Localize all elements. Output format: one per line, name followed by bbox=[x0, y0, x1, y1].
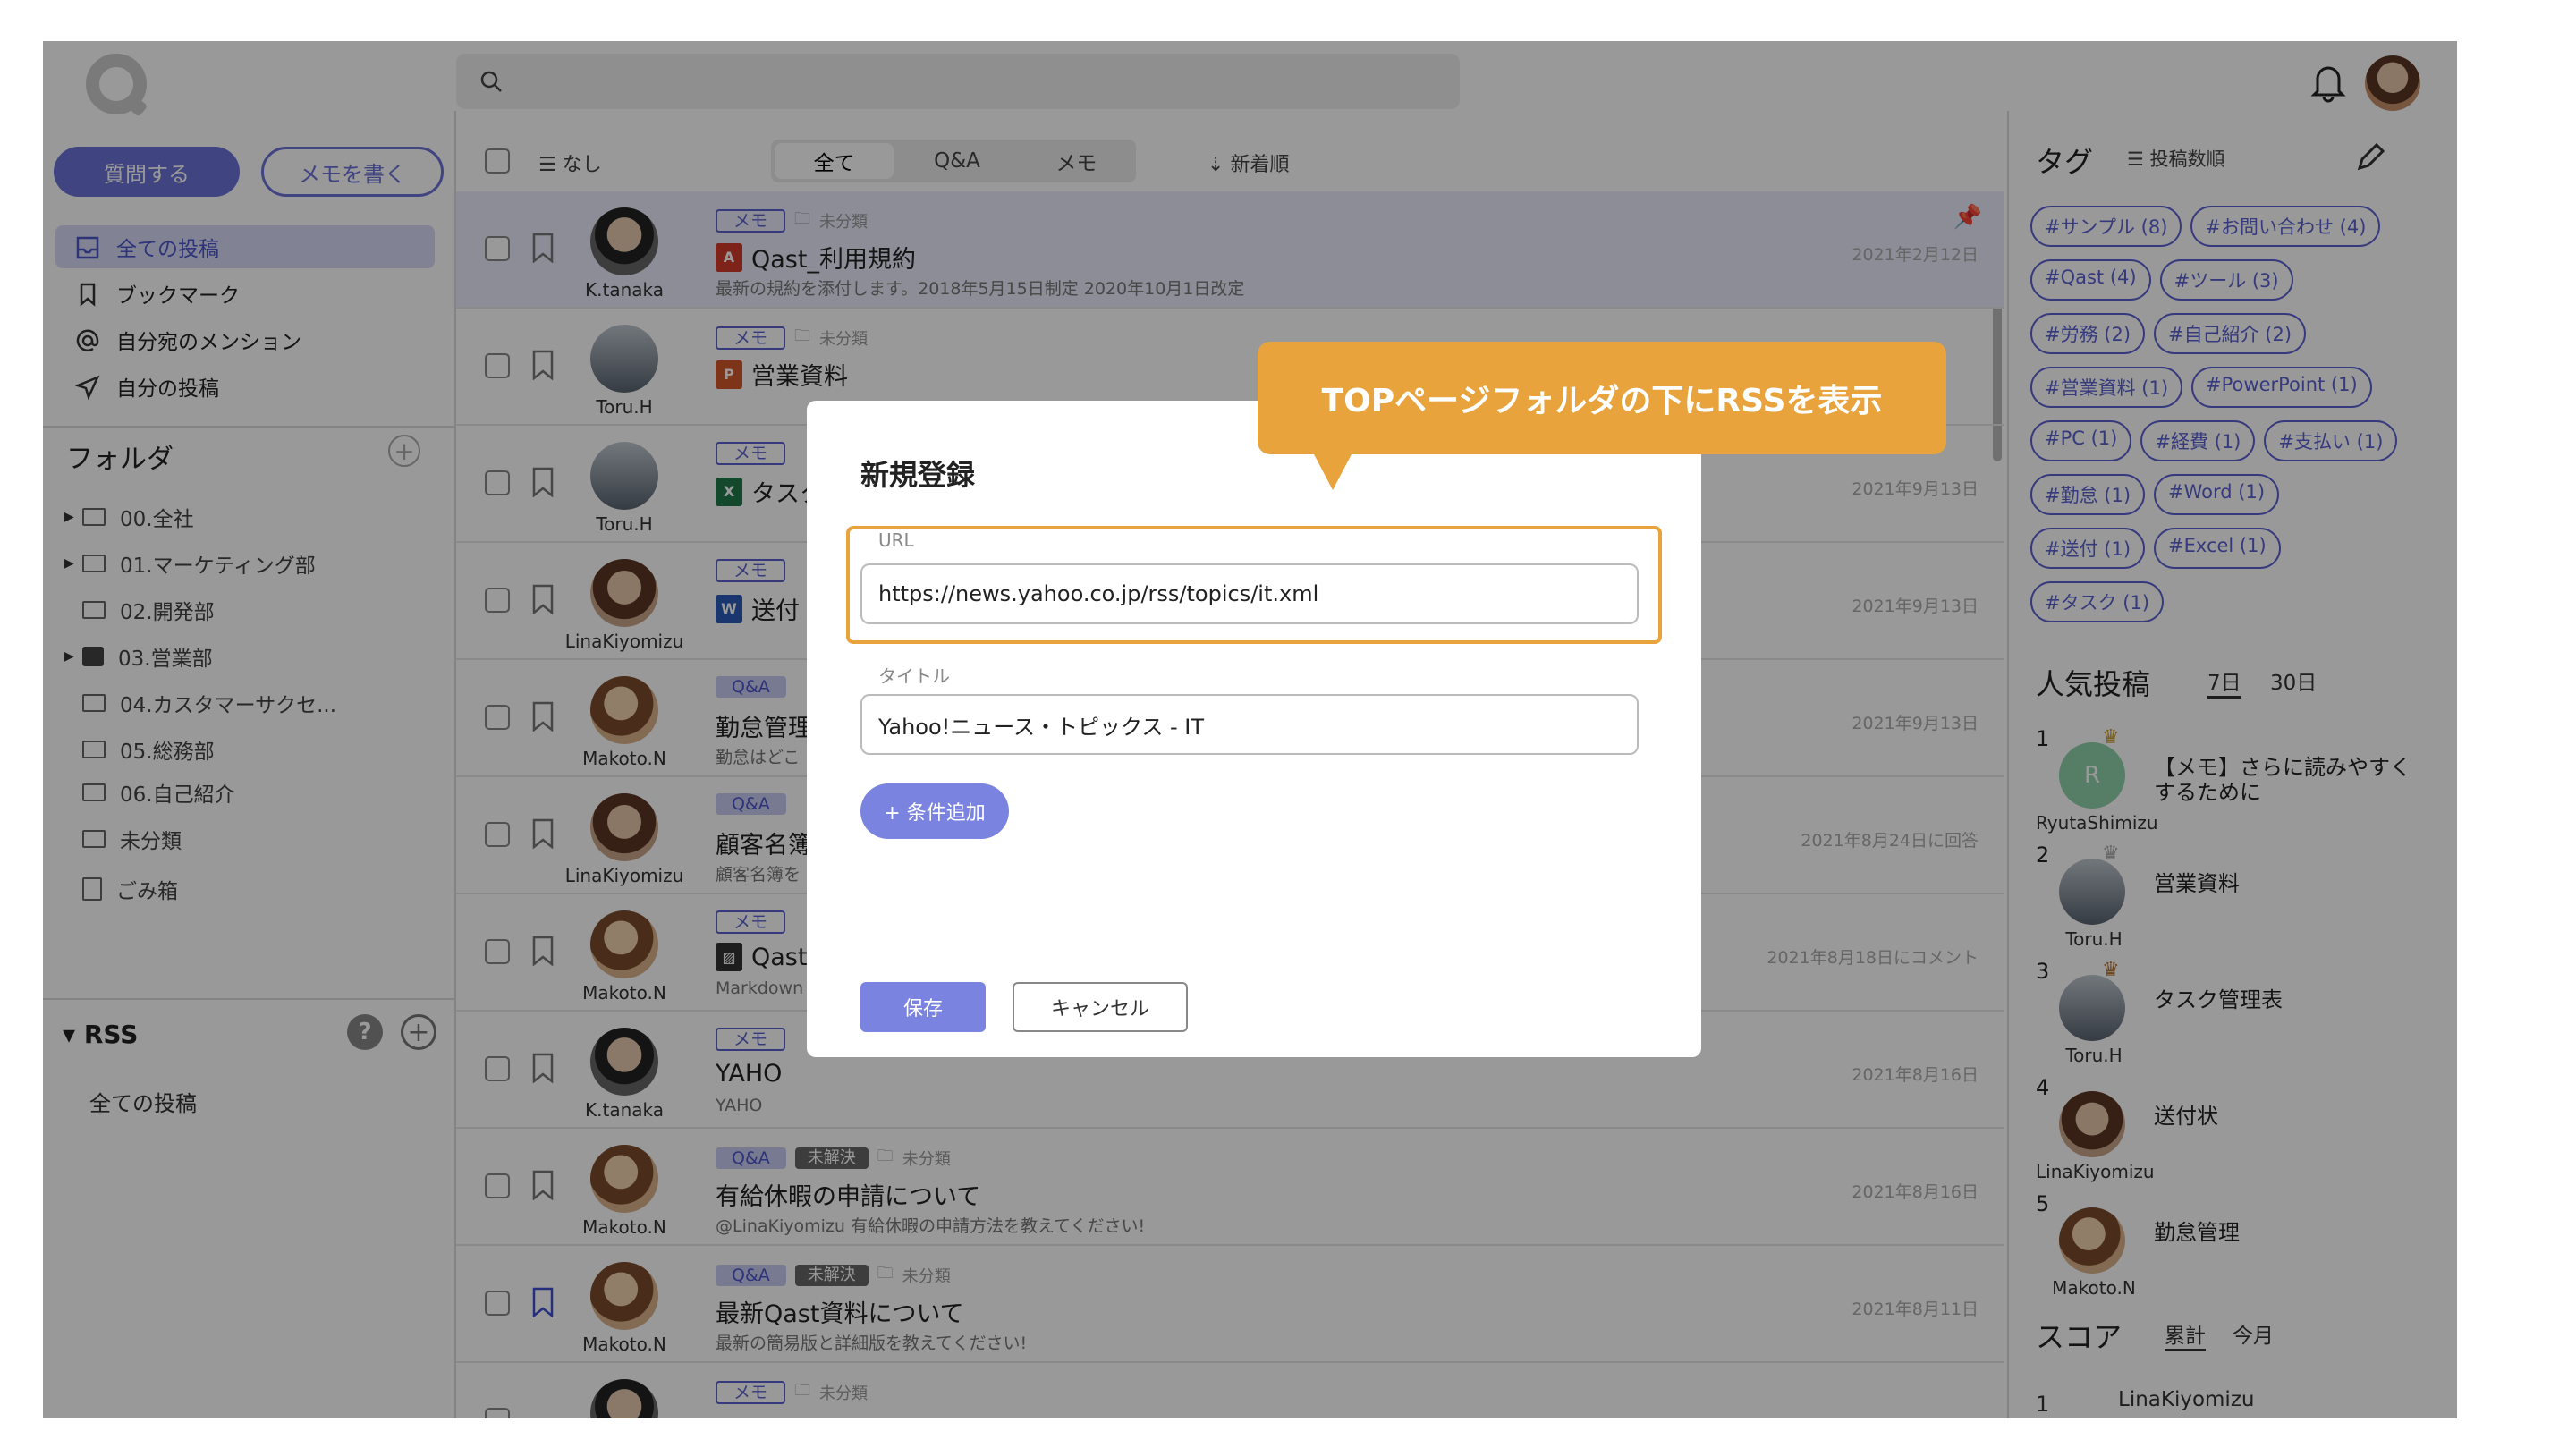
url-label: URL bbox=[878, 529, 914, 551]
dialog-title: 新規登録 bbox=[860, 458, 976, 492]
cancel-button[interactable]: キャンセル bbox=[1013, 982, 1188, 1032]
url-input[interactable]: https://news.yahoo.co.jp/rss/topics/it.x… bbox=[860, 563, 1639, 624]
title-label: タイトル bbox=[878, 665, 950, 687]
new-rss-dialog: 新規登録 URL https://news.yahoo.co.jp/rss/to… bbox=[807, 401, 1701, 1057]
add-condition-button[interactable]: + 条件追加 bbox=[860, 783, 1009, 839]
title-input[interactable]: Yahoo!ニュース・トピックス - IT bbox=[860, 694, 1639, 755]
save-button[interactable]: 保存 bbox=[860, 982, 986, 1032]
app-window: 質問する メモを書く 全ての投稿 ブックマーク 自分宛のメンション 自分の投稿 … bbox=[43, 41, 2457, 1418]
callout-pointer bbox=[1313, 453, 1352, 490]
annotation-callout: TOPページフォルダの下にRSSを表示 bbox=[1258, 342, 1946, 454]
